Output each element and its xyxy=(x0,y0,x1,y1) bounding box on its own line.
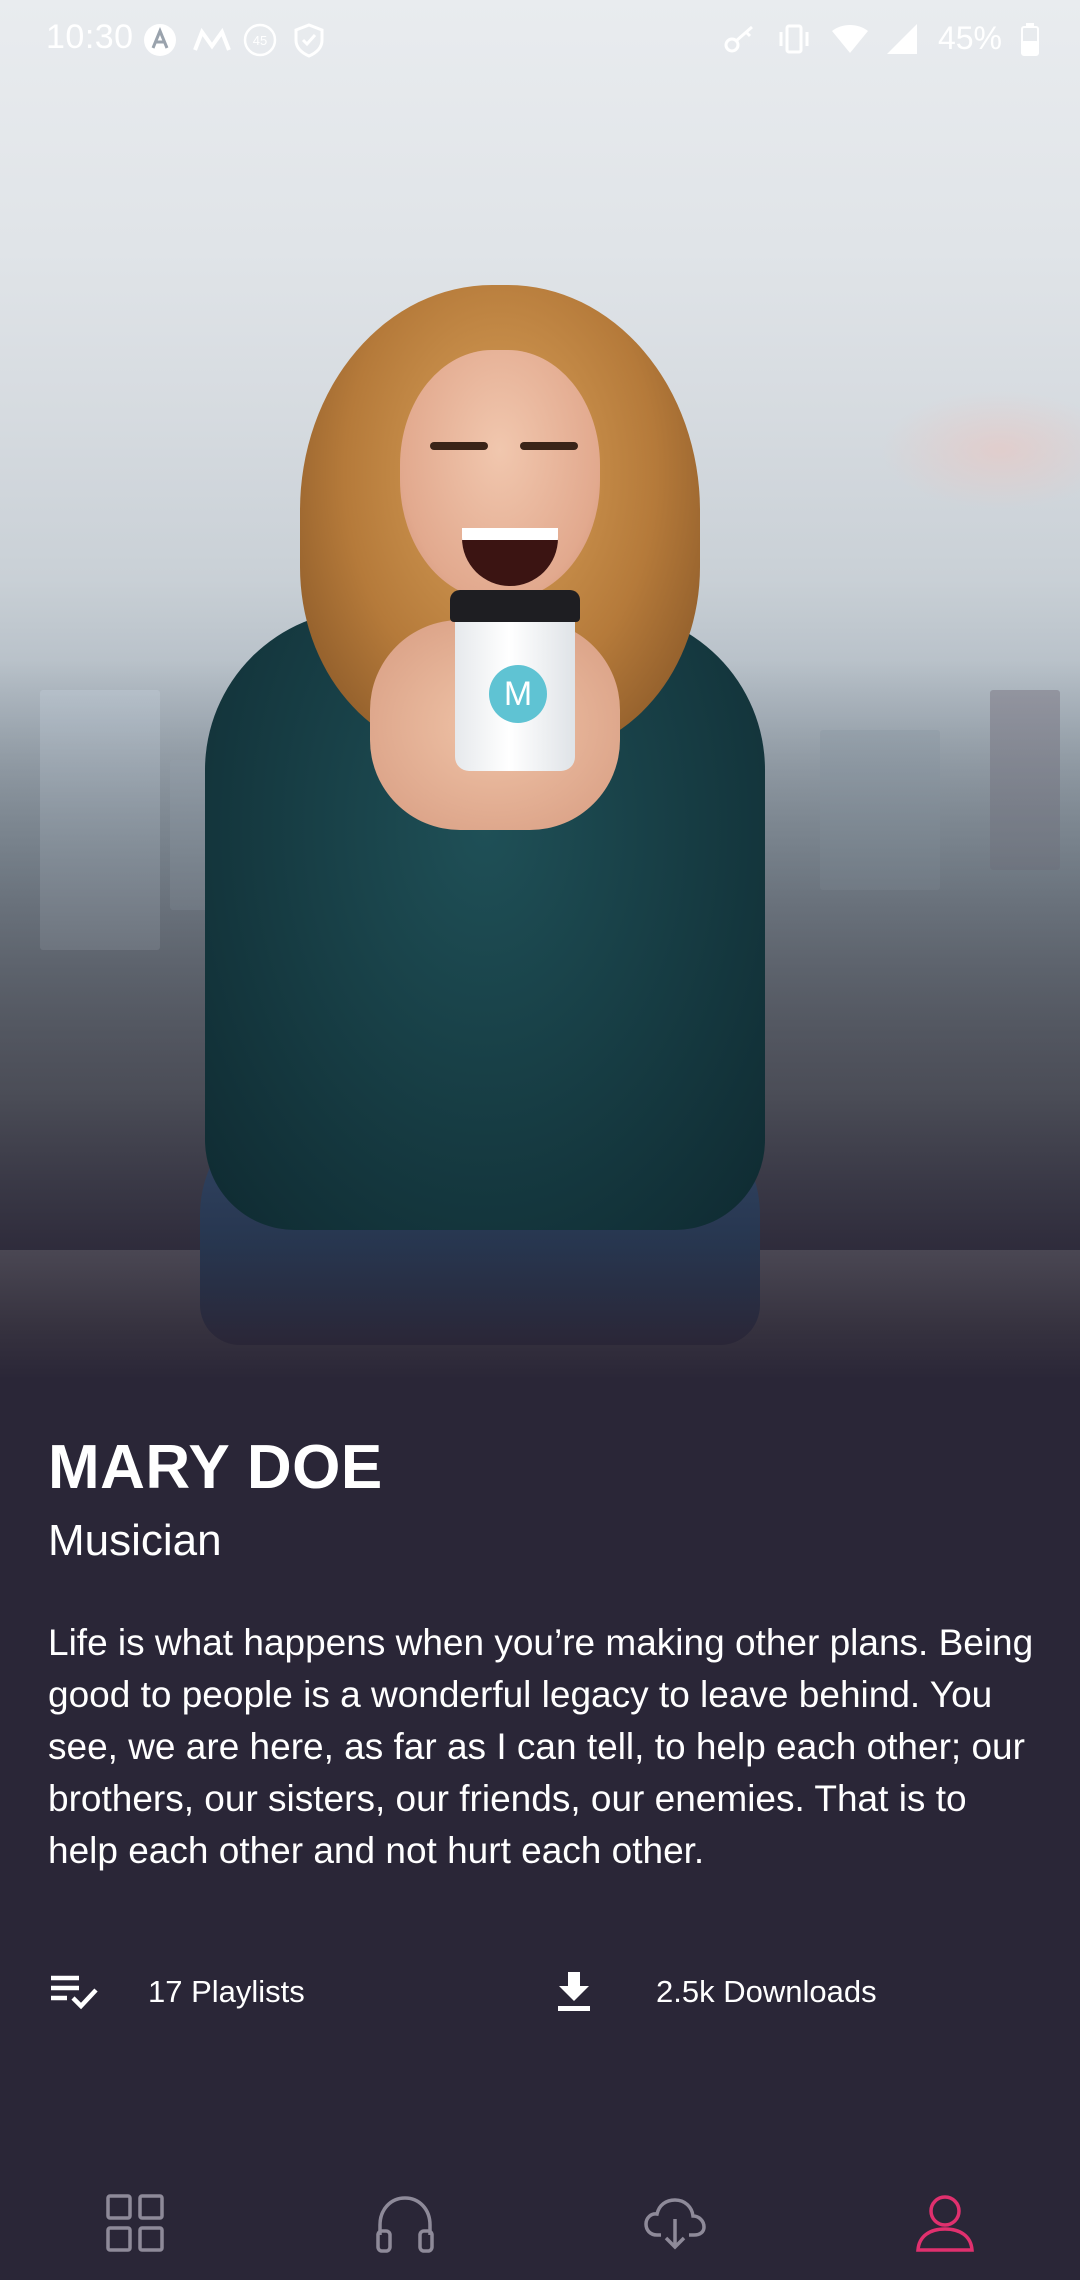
nav-profile[interactable] xyxy=(885,2180,1005,2270)
profile-bio: Life is what happens when you’re making … xyxy=(48,1622,1034,1871)
nav-headphones[interactable] xyxy=(345,2180,465,2270)
key-icon xyxy=(722,21,758,57)
vibrate-icon xyxy=(776,21,812,57)
bottom-navigation xyxy=(0,2170,1080,2280)
download-icon xyxy=(548,1966,600,2018)
profile-screen: M 10:30 45 45% MARY DOE Musician Life is… xyxy=(0,0,1080,2280)
wifi-icon xyxy=(830,21,868,57)
profile-role: Musician xyxy=(48,1516,222,1565)
user-icon xyxy=(915,2193,975,2258)
cloud-download-icon xyxy=(643,2193,707,2258)
playlists-stat[interactable]: 17 Playlists xyxy=(48,1962,305,2022)
svg-text:45: 45 xyxy=(253,33,267,48)
figure-eye xyxy=(430,442,488,450)
nav-grid[interactable] xyxy=(75,2180,195,2270)
profile-name: MARY DOE xyxy=(48,1433,383,1502)
headphones-icon xyxy=(374,2193,436,2258)
downloads-stat[interactable]: 2.5k Downloads xyxy=(548,1962,877,2022)
coffee-cup-lid xyxy=(450,590,580,622)
battery-percentage: 45% xyxy=(937,20,1002,56)
cup-logo: M xyxy=(489,665,547,723)
battery-icon xyxy=(1020,21,1040,57)
status-time: 10:30 xyxy=(46,18,134,56)
nav-cloud-download[interactable] xyxy=(615,2180,735,2270)
profile-stats: 17 Playlists 2.5k Downloads xyxy=(48,1962,1038,2022)
status-bar: 10:30 45 45% xyxy=(0,0,1080,84)
data-45-icon: 45 xyxy=(242,22,278,58)
m-icon xyxy=(192,22,231,58)
profile-hero-photo: M xyxy=(0,0,1080,1380)
playlists-count: 17 Playlists xyxy=(148,1974,305,2009)
figure-eye xyxy=(520,442,578,450)
signal-icon xyxy=(884,21,920,57)
a-circle-icon xyxy=(142,22,178,58)
playlist-check-icon xyxy=(48,1966,100,2018)
woman-figure: M xyxy=(0,0,1080,1380)
status-right-icons: 45% xyxy=(722,20,1040,57)
shield-icon xyxy=(292,22,328,58)
grid-icon xyxy=(105,2193,165,2258)
downloads-count: 2.5k Downloads xyxy=(656,1974,877,2009)
status-left-icons: 45 xyxy=(142,22,328,58)
